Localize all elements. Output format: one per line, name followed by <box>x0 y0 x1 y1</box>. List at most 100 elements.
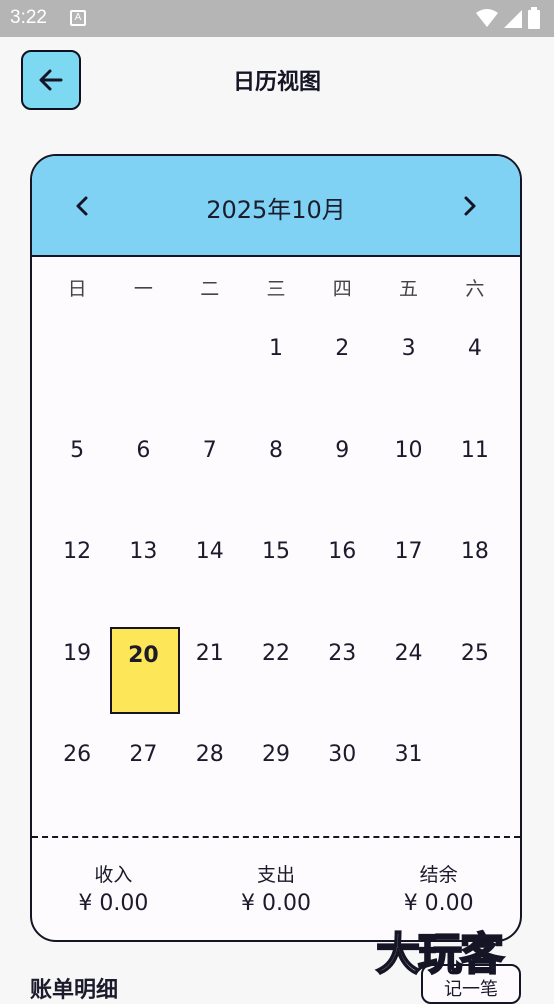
day-number: 23 <box>328 640 357 666</box>
day-number: 24 <box>394 640 423 666</box>
day-number: 2 <box>335 336 350 361</box>
notification-icon: A <box>70 10 86 26</box>
day-number: 20 <box>128 642 159 668</box>
day-number: 28 <box>195 742 224 768</box>
weekday-label: 六 <box>465 278 485 300</box>
day-number: 7 <box>202 437 217 463</box>
day-number: 10 <box>394 437 423 463</box>
income-label: 收入 <box>94 864 133 886</box>
day-cell-empty <box>110 306 176 408</box>
day-cell[interactable]: 19 <box>44 611 110 713</box>
day-cell[interactable]: 2 <box>309 306 375 408</box>
month-title: 2025年10月 <box>206 196 346 224</box>
day-cell[interactable]: 7 <box>177 408 243 510</box>
day-number: 8 <box>268 437 283 463</box>
day-cell[interactable]: 8 <box>243 408 309 510</box>
divider <box>32 836 520 838</box>
day-number: 17 <box>394 539 423 565</box>
day-number: 12 <box>63 539 92 565</box>
day-number: 4 <box>467 336 482 361</box>
balance-value: ¥ 0.00 <box>403 891 474 916</box>
status-bar: 3:22 A <box>0 0 554 37</box>
day-cell[interactable]: 1 <box>243 306 309 408</box>
status-time: 3:22 <box>10 7 47 28</box>
expense-value: ¥ 0.00 <box>241 891 311 916</box>
day-number: 18 <box>460 539 489 565</box>
page-title: 日历视图 <box>232 70 321 95</box>
day-cell[interactable]: 21 <box>177 611 243 713</box>
day-number: 21 <box>195 640 224 666</box>
day-number: 26 <box>63 742 92 768</box>
day-number: 13 <box>129 539 158 565</box>
signal-icon <box>504 10 522 28</box>
day-cell[interactable]: 31 <box>375 712 441 814</box>
calendar-card: 2025年10月 日 一 二 三 四 五 六 1 2 3 4 5 6 7 8 9 10 11 12 13… <box>30 154 522 942</box>
day-cell-selected[interactable]: 20 <box>110 611 181 714</box>
day-number: 15 <box>261 539 290 565</box>
day-cell[interactable]: 28 <box>177 712 243 814</box>
day-cell[interactable]: 29 <box>243 712 309 814</box>
day-cell[interactable]: 17 <box>375 509 441 611</box>
day-number: 27 <box>129 742 158 768</box>
day-number: 6 <box>136 437 151 463</box>
day-cell[interactable]: 14 <box>177 509 243 611</box>
day-cell[interactable]: 25 <box>442 611 508 713</box>
status-icons <box>476 7 540 29</box>
weekday-label: 五 <box>399 278 419 300</box>
day-cell[interactable]: 6 <box>110 408 176 510</box>
income-value: ¥ 0.00 <box>78 891 149 916</box>
calendar-header: 2025年10月 <box>32 156 520 257</box>
day-cell[interactable]: 18 <box>442 509 508 611</box>
weekday-row: 日 一 二 三 四 五 六 <box>44 274 508 301</box>
day-cell[interactable]: 13 <box>110 509 176 611</box>
balance-summary: 结余 ¥ 0.00 <box>357 860 520 916</box>
expense-summary: 支出 ¥ 0.00 <box>195 860 358 916</box>
day-cell-empty <box>177 306 243 408</box>
day-cell[interactable]: 26 <box>44 712 110 814</box>
weekday-label: 二 <box>200 278 220 300</box>
day-cell[interactable]: 15 <box>243 509 309 611</box>
day-number: 3 <box>401 336 416 361</box>
day-number: 1 <box>268 336 283 361</box>
day-cell[interactable]: 10 <box>375 408 441 510</box>
income-summary: 收入 ¥ 0.00 <box>32 860 195 916</box>
day-cell[interactable]: 27 <box>110 712 176 814</box>
day-number: 31 <box>394 742 423 768</box>
day-number: 9 <box>335 437 350 463</box>
watermark-logo: 大玩客 <box>375 928 505 981</box>
day-number: 5 <box>70 437 85 463</box>
weekday-label: 日 <box>67 278 87 300</box>
day-grid: 1 2 3 4 5 6 7 8 9 10 11 12 13 14 15 16 17 18 19 20 21 22 23 24 2… <box>44 306 508 814</box>
day-cell[interactable]: 3 <box>375 306 441 408</box>
balance-label: 结余 <box>419 864 458 886</box>
day-number: 22 <box>261 640 290 666</box>
weekday-label: 四 <box>332 278 352 300</box>
summary-row: 收入 ¥ 0.00 支出 ¥ 0.00 结余 ¥ 0.00 <box>32 860 520 916</box>
weekday-label: 三 <box>266 278 286 300</box>
day-cell[interactable]: 5 <box>44 408 110 510</box>
wifi-icon <box>476 9 498 27</box>
day-number: 25 <box>460 640 489 666</box>
day-number: 14 <box>195 539 224 565</box>
section-label: 账单明细 <box>30 978 119 1003</box>
day-number: 30 <box>328 742 357 768</box>
day-cell[interactable]: 23 <box>309 611 375 713</box>
day-number: 16 <box>328 539 357 565</box>
day-cell[interactable]: 11 <box>442 408 508 510</box>
day-cell[interactable]: 12 <box>44 509 110 611</box>
chevron-right-icon <box>464 196 476 216</box>
day-cell[interactable]: 16 <box>309 509 375 611</box>
battery-icon <box>528 7 540 29</box>
day-number: 29 <box>261 742 290 768</box>
day-cell[interactable]: 9 <box>309 408 375 510</box>
day-cell[interactable]: 30 <box>309 712 375 814</box>
day-cell-empty <box>44 306 110 408</box>
weekday-label: 一 <box>133 278 153 300</box>
day-cell[interactable]: 24 <box>375 611 441 713</box>
day-number: 11 <box>460 437 489 463</box>
next-month-button[interactable] <box>450 186 490 226</box>
day-cell[interactable]: 22 <box>243 611 309 713</box>
expense-label: 支出 <box>257 864 296 886</box>
day-cell[interactable]: 4 <box>442 306 508 408</box>
day-number: 19 <box>63 640 92 666</box>
